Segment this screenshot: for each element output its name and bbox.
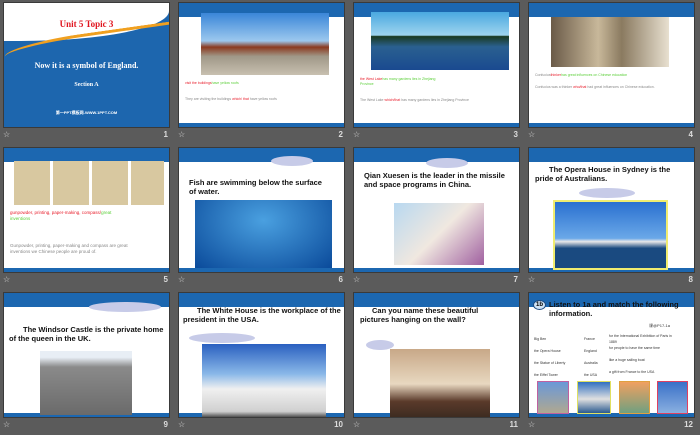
slide-thumbnail-1[interactable]: Unit 5 Topic 3 Now it is a symbol of Eng… [0,0,175,145]
slide-thumbnail-3[interactable]: the West Lakehas many gardens lies in Zh… [350,0,525,145]
slide-thumbnail-5[interactable]: gunpowder, printing, paper-making, compa… [0,145,175,290]
slide-thumbnail-6[interactable]: Fish are swimming below the surface of w… [175,145,350,290]
wall-pictures-image [390,349,490,417]
slide-transition-icon: ☆ [3,130,11,139]
inventions-images [14,161,164,205]
slide-transition-icon: ☆ [353,275,361,284]
slide-thumbnail-10[interactable]: The White House is the workplace of the … [175,290,350,435]
slide-thumbnail-8[interactable]: The Opera House in Sydney is the pride o… [525,145,700,290]
slide-transition-icon: ☆ [3,420,11,429]
slide-text: Can you name these beautiful pictures ha… [360,306,479,324]
windsor-castle-image [40,351,132,415]
slide-text: Listen to 1a and match the following inf… [549,300,679,318]
slide-thumbnail-7[interactable]: Qian Xuesen is the leader in the missile… [350,145,525,290]
eiffel-tower-image [657,381,688,414]
callout-bubble [579,188,635,198]
slide-thumbnail-9[interactable]: The Windsor Castle is the private home o… [0,290,175,435]
slide-thumbnail-12[interactable]: 1b Listen to 1a and match the following … [525,290,700,435]
slide-transition-icon: ☆ [528,275,536,284]
section: Section A [74,82,99,88]
slide-transition-icon: ☆ [178,130,186,139]
slide-transition-icon: ☆ [353,130,361,139]
slide-transition-icon: ☆ [3,275,11,284]
slide-transition-icon: ☆ [178,420,186,429]
site-text: 第一PPT模板网-WWW.1PPT.COM [55,110,118,115]
slide-text: Fish are swimming below the surface of w… [189,178,322,196]
title: Unit 5 Topic 3 [59,19,114,29]
slide-text: The Windsor Castle is the private home o… [9,325,164,343]
callout-bubble [271,156,313,166]
slide-transition-icon: ☆ [528,420,536,429]
confucius-image [551,17,669,67]
subtitle: Now it is a symbol of England. [34,61,139,70]
slide-text: Qian Xuesen is the leader in the missile… [364,171,505,189]
statue-of-liberty-image [619,381,650,414]
slide-thumbnail-11[interactable]: Can you name these beautiful pictures ha… [350,290,525,435]
qian-xuesen-image [394,203,484,265]
slide-text: The White House is the workplace of the … [183,306,341,324]
section-badge: 1b [533,300,546,310]
callout-bubble [89,302,161,312]
callout-bubble [426,158,468,168]
slide-thumbnail-4[interactable]: Confuciusthinkerhas great influences on … [525,0,700,145]
opera-house-image [577,381,611,414]
forbidden-city-image [201,13,329,75]
slide-text: The Opera House in Sydney is the pride o… [535,165,671,183]
slide-transition-icon: ☆ [528,130,536,139]
slide-number: 1 [163,130,168,139]
west-lake-image [371,12,509,70]
slide-thumbnail-2[interactable]: visit the buildingshave yellow roofs The… [175,0,350,145]
textbook-ref: 课@P17-1a [649,323,670,328]
capitol-image [202,344,326,417]
slide-transition-icon: ☆ [353,420,361,429]
callout-bubble [189,333,255,343]
opera-house-image [553,200,668,270]
big-ben-image [537,381,569,414]
dolphins-image [195,200,332,268]
slide-transition-icon: ☆ [178,275,186,284]
